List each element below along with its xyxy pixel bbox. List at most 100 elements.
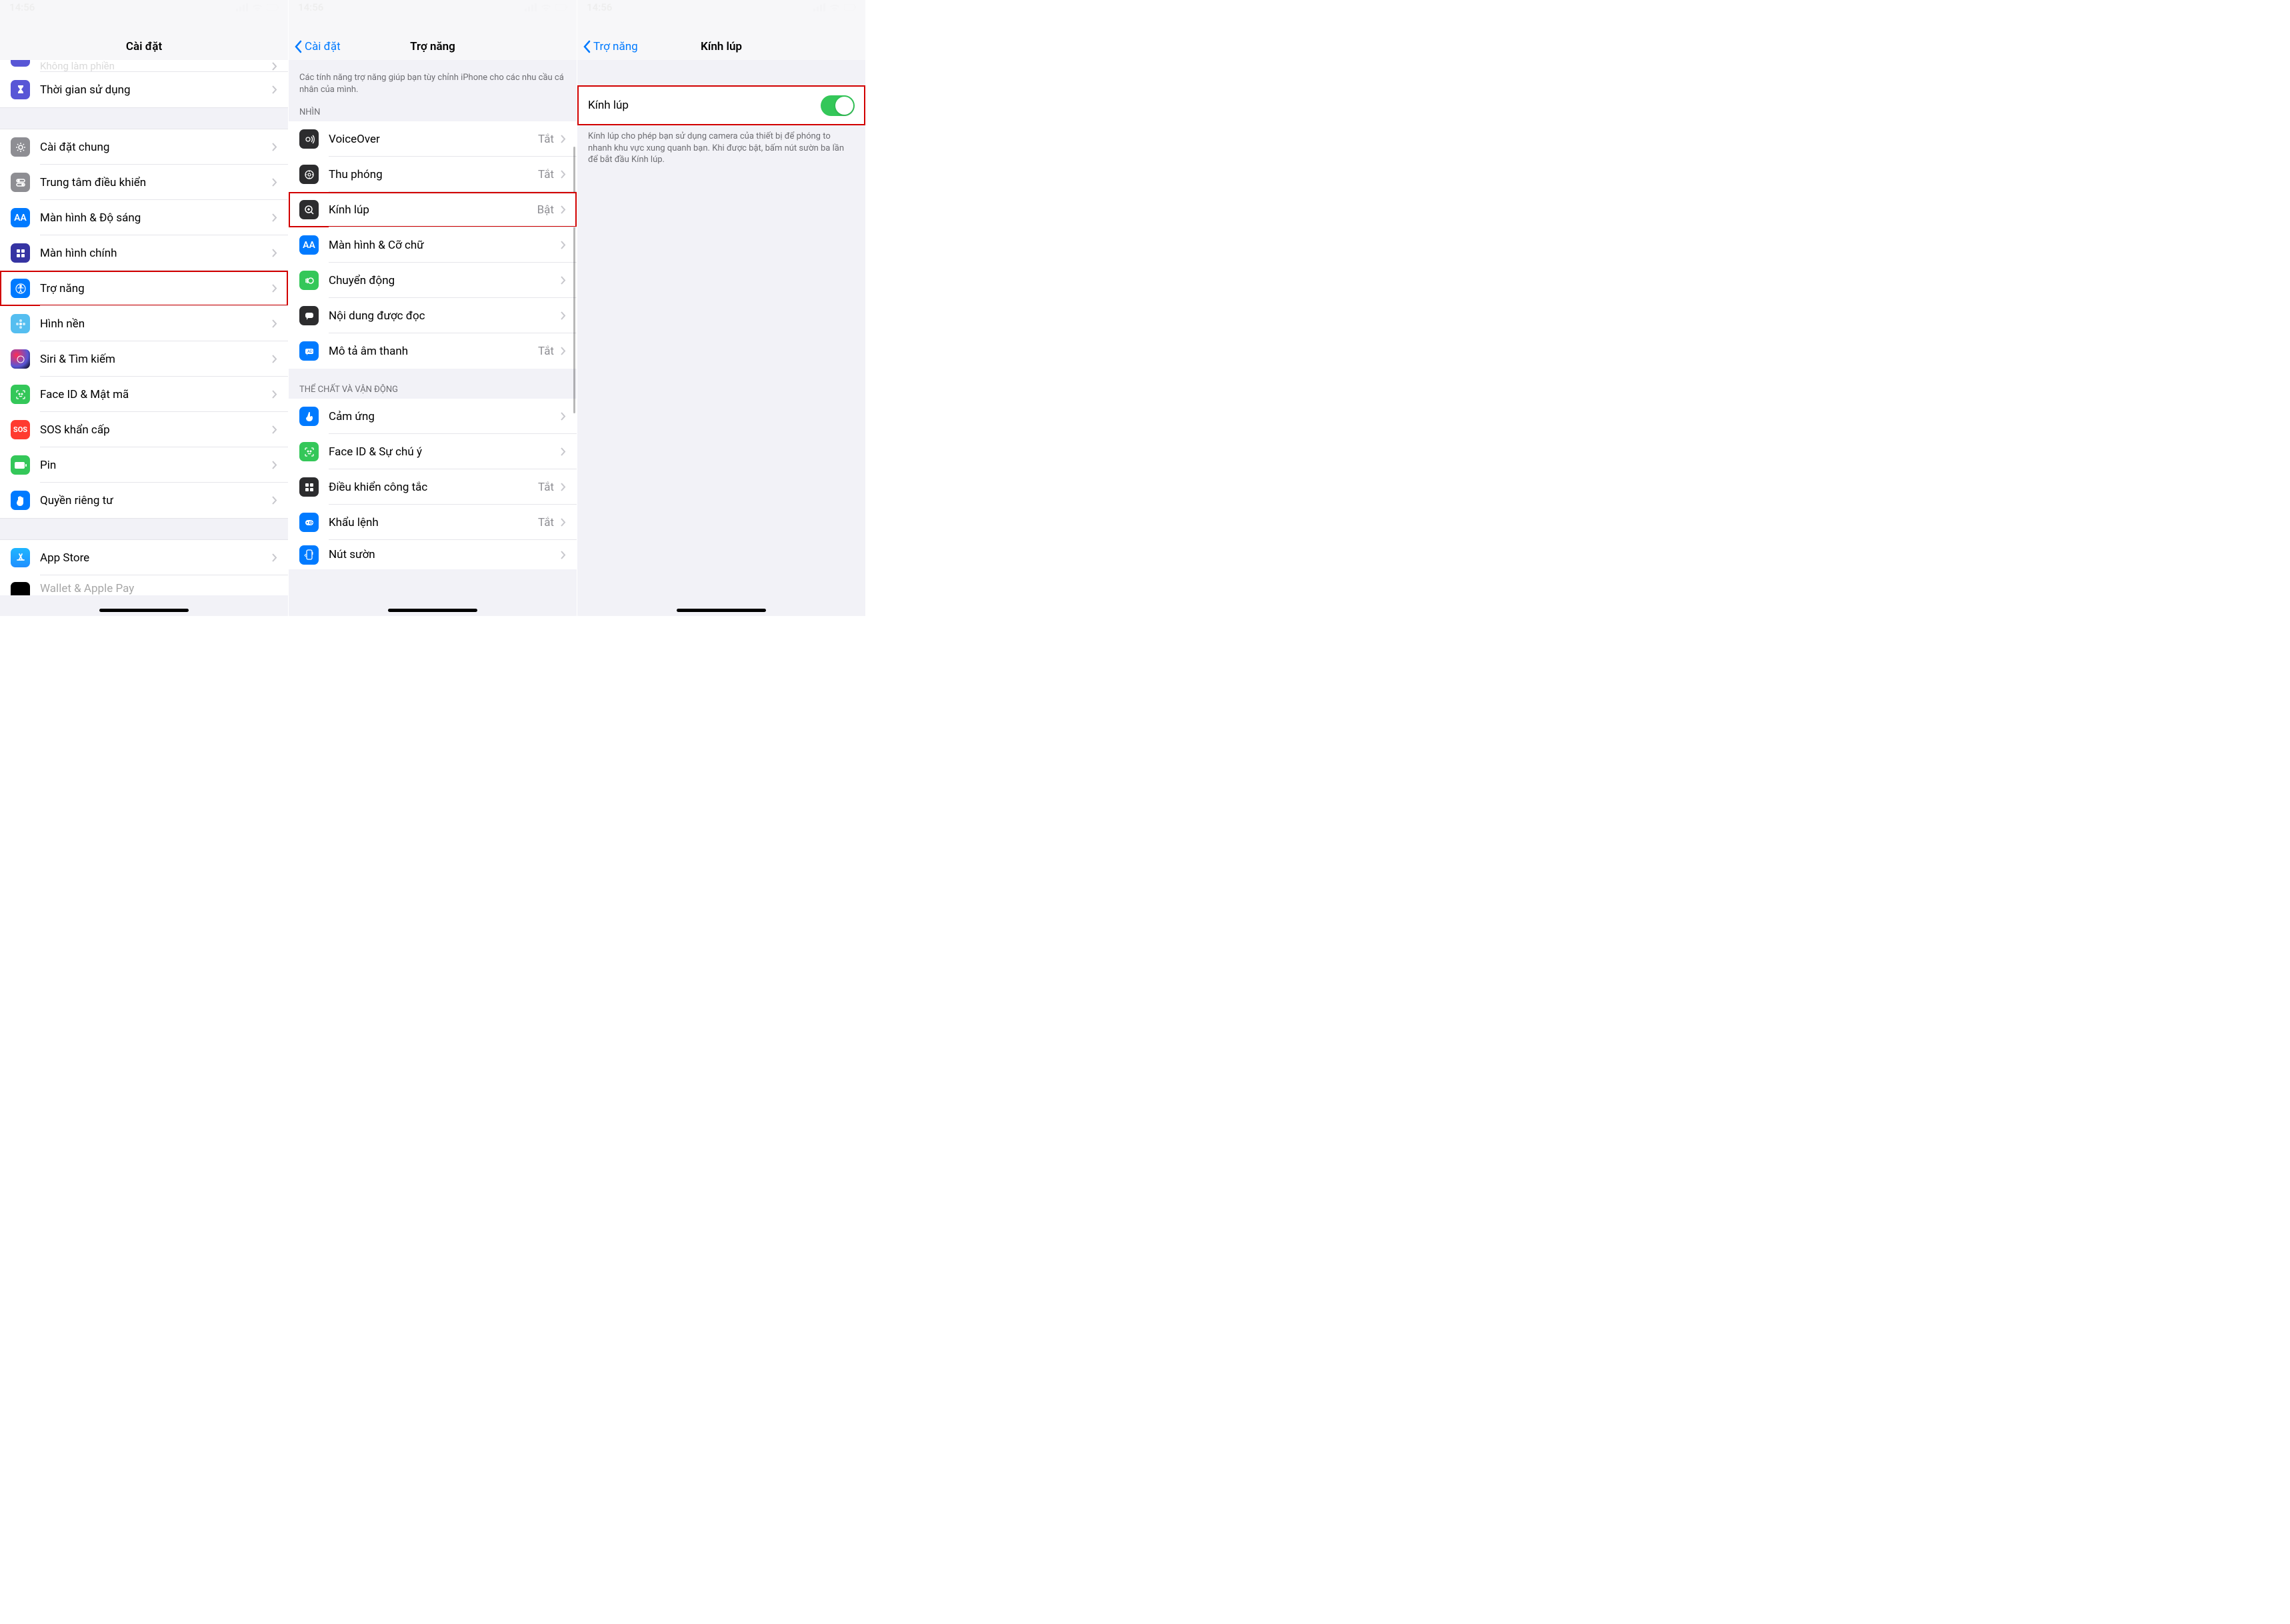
- row-faceid[interactable]: Face ID & Mật mã: [0, 377, 288, 412]
- row-screen-time[interactable]: Thời gian sử dụng: [0, 72, 288, 107]
- scrollbar-thumb[interactable]: [573, 147, 575, 413]
- row-partial-top[interactable]: Không làm phiền: [0, 60, 288, 72]
- row-privacy[interactable]: Quyền riêng tư: [0, 483, 288, 518]
- signal-icon: [236, 3, 248, 11]
- side-button-icon: [299, 545, 319, 565]
- row-magnifier-toggle[interactable]: Kính lúp: [577, 85, 865, 125]
- row-label: Quyền riêng tư: [40, 494, 272, 507]
- row-general[interactable]: Cài đặt chung: [0, 129, 288, 165]
- home-indicator[interactable]: [677, 609, 766, 612]
- row-voiceover[interactable]: VoiceOver Tắt: [289, 121, 577, 157]
- row-appstore[interactable]: App Store: [0, 540, 288, 575]
- page-title: Kính lúp: [701, 40, 742, 53]
- row-zoom[interactable]: Thu phóng Tắt: [289, 157, 577, 192]
- row-control-center[interactable]: Trung tâm điều khiển: [0, 165, 288, 200]
- row-label: VoiceOver: [329, 133, 538, 146]
- chevron-left-icon: [583, 40, 591, 53]
- row-faceid-attention[interactable]: Face ID & Sự chú ý: [289, 434, 577, 469]
- home-indicator[interactable]: [388, 609, 477, 612]
- svg-text:AD: AD: [307, 349, 313, 354]
- page-title: Cài đặt: [126, 40, 162, 53]
- chevron-right-icon: [272, 249, 277, 257]
- status-bar: 14:56: [577, 0, 865, 15]
- row-value: Tắt: [538, 345, 554, 358]
- row-value: Tắt: [538, 481, 554, 494]
- row-accessibility[interactable]: Trợ năng: [0, 271, 288, 306]
- chevron-right-icon: [561, 241, 566, 249]
- status-bar: 14:56: [289, 0, 577, 15]
- row-touch[interactable]: Cảm ứng: [289, 399, 577, 434]
- faceid-icon: [299, 442, 319, 461]
- row-siri[interactable]: Siri & Tìm kiếm: [0, 341, 288, 377]
- row-label: Cài đặt chung: [40, 141, 272, 154]
- chevron-right-icon: [272, 553, 277, 562]
- speech-icon: [299, 306, 319, 325]
- chevron-right-icon: [272, 178, 277, 187]
- chevron-right-icon: [272, 213, 277, 222]
- chevron-right-icon: [272, 143, 277, 151]
- row-value: Tắt: [538, 168, 554, 181]
- row-voice-control[interactable]: Khẩu lệnh Tắt: [289, 505, 577, 540]
- back-label: Trợ năng: [593, 40, 638, 53]
- appstore-icon: [11, 548, 30, 567]
- row-audio-desc[interactable]: AD Mô tả âm thanh Tắt: [289, 333, 577, 369]
- row-spoken-content[interactable]: Nội dung được đọc: [289, 298, 577, 333]
- row-switch-control[interactable]: Điều khiển công tắc Tắt: [289, 469, 577, 505]
- magnifier-switch[interactable]: [821, 95, 855, 116]
- toggle-label: Kính lúp: [588, 99, 821, 112]
- settings-list[interactable]: Không làm phiền Thời gian sử dụng Cài đặ…: [0, 60, 288, 595]
- battery-icon: [11, 455, 30, 475]
- row-display-brightness[interactable]: AA Màn hình & Độ sáng: [0, 200, 288, 235]
- chevron-right-icon: [561, 135, 566, 143]
- flower-icon: [11, 314, 30, 333]
- status-icons: [236, 3, 279, 11]
- row-magnifier[interactable]: Kính lúp Bật: [289, 192, 577, 227]
- row-label: App Store: [40, 551, 272, 565]
- signal-icon: [813, 3, 825, 11]
- row-label: Khẩu lệnh: [329, 516, 538, 529]
- home-indicator[interactable]: [99, 609, 189, 612]
- nav-bar: Cài đặt Trợ năng: [289, 15, 577, 60]
- accessibility-list[interactable]: VoiceOver Tắt Thu phóng Tắt Kính lúp Bật…: [289, 121, 577, 369]
- row-sos[interactable]: SOS SOS khẩn cấp: [0, 412, 288, 447]
- row-wallpaper[interactable]: Hình nền: [0, 306, 288, 341]
- nav-bar: Trợ năng Kính lúp: [577, 15, 865, 60]
- settings-screen: 14:56 Cài đặt Không làm phiền Thời gian …: [0, 0, 289, 616]
- row-label: Mô tả âm thanh: [329, 345, 538, 358]
- row-label: SOS khẩn cấp: [40, 423, 272, 437]
- row-home-screen[interactable]: Màn hình chính: [0, 235, 288, 271]
- gear-icon: [11, 137, 30, 157]
- row-wallet[interactable]: Wallet & Apple Pay: [0, 575, 288, 595]
- row-label: Thời gian sử dụng: [40, 83, 272, 97]
- row-motion[interactable]: Chuyển động: [289, 263, 577, 298]
- chevron-right-icon: [272, 425, 277, 434]
- status-time: 14:56: [587, 1, 612, 13]
- back-button[interactable]: Cài đặt: [294, 40, 341, 53]
- back-button[interactable]: Trợ năng: [583, 40, 638, 53]
- voiceover-icon: [299, 129, 319, 149]
- chevron-right-icon: [272, 496, 277, 505]
- row-display-text[interactable]: AA Màn hình & Cỡ chữ: [289, 227, 577, 263]
- row-label: Nút sườn: [329, 548, 561, 561]
- chevron-left-icon: [294, 40, 302, 53]
- chevron-right-icon: [561, 276, 566, 285]
- accessibility-icon: [11, 279, 30, 298]
- page-title: Trợ năng: [410, 40, 455, 53]
- battery-icon: [267, 3, 279, 11]
- siri-icon: [11, 349, 30, 369]
- audio-desc-icon: AD: [299, 341, 319, 361]
- group-header-physical: THỂ CHẤT VÀ VẬN ĐỘNG: [289, 369, 577, 399]
- row-side-button[interactable]: Nút sườn: [289, 540, 577, 569]
- chevron-right-icon: [561, 170, 566, 179]
- row-label: Trợ năng: [40, 282, 272, 295]
- group-separator: [0, 518, 288, 540]
- physical-list[interactable]: Cảm ứng Face ID & Sự chú ý Điều khiển cô…: [289, 399, 577, 569]
- status-icons: [525, 3, 567, 11]
- hand-icon: [11, 491, 30, 510]
- dnd-icon: [11, 60, 30, 67]
- status-time: 14:56: [298, 1, 323, 13]
- row-value: Tắt: [538, 516, 554, 529]
- chevron-right-icon: [561, 205, 566, 214]
- intro-text: Các tính năng trợ năng giúp bạn tùy chỉn…: [289, 60, 577, 99]
- row-battery[interactable]: Pin: [0, 447, 288, 483]
